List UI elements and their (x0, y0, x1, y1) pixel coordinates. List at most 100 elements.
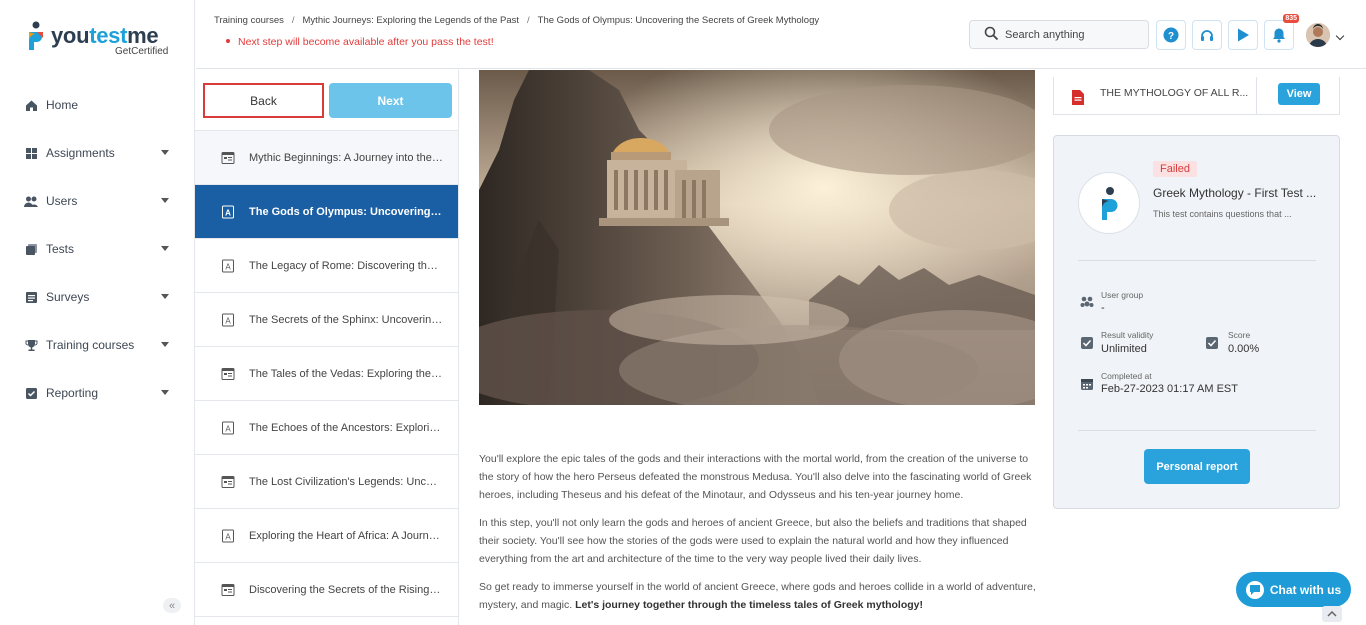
step-warning: Next step will become available after yo… (226, 36, 494, 48)
test-description: This test contains questions that ... (1153, 209, 1292, 219)
bell-icon (1273, 28, 1285, 43)
breadcrumb-item[interactable]: Training courses (214, 15, 284, 26)
search-placeholder: Search anything (1005, 28, 1085, 41)
avatar-image (1306, 23, 1330, 47)
chevron-down-icon[interactable] (161, 150, 169, 155)
status-badge: Failed (1153, 161, 1197, 177)
divider (1256, 77, 1257, 115)
step-item[interactable]: A Exploring the Heart of Africa: A Journ… (195, 509, 458, 563)
nav-label: Surveys (46, 290, 90, 304)
lesson-icon (221, 475, 235, 488)
app-logo[interactable]: youtestme GetCertified (26, 20, 176, 60)
step-item-active[interactable]: A The Gods of Olympus: Uncovering the Se… (195, 185, 458, 239)
breadcrumb-item-current: The Gods of Olympus: Uncovering the Secr… (537, 15, 820, 26)
warning-text: Next step will become available after yo… (238, 36, 494, 48)
logo-mark-icon (29, 21, 43, 50)
nav-item-assignments[interactable]: Assignments (0, 129, 195, 177)
step-item[interactable]: A The Secrets of the Sphinx: Uncovering … (195, 293, 458, 347)
step-content: You'll explore the epic tales of the god… (459, 70, 1053, 625)
breadcrumb-item[interactable]: Mythic Journeys: Exploring the Legends o… (303, 15, 520, 26)
trophy-icon (24, 338, 38, 352)
svg-text:A: A (225, 208, 231, 217)
help-icon: ? (1163, 27, 1179, 43)
tests-icon (24, 242, 38, 256)
divider (1078, 260, 1316, 261)
lesson-icon (221, 151, 235, 164)
search-input[interactable]: Search anything (969, 20, 1149, 49)
score-value: 0.00% (1228, 343, 1260, 355)
chevron-down-icon[interactable] (161, 390, 169, 395)
step-item[interactable]: The Lost Civilization's Legends: Uncover… (195, 455, 458, 509)
back-button[interactable]: Back (203, 83, 324, 118)
completed-label: Completed at (1101, 371, 1152, 381)
personal-report-button[interactable]: Personal report (1144, 449, 1250, 484)
tutorial-button[interactable] (1228, 20, 1258, 50)
document-icon: A (222, 421, 234, 434)
svg-text:A: A (225, 262, 231, 271)
chevron-down-icon[interactable] (161, 246, 169, 251)
scroll-to-top-button[interactable] (1322, 606, 1342, 622)
chevron-down-icon[interactable] (161, 294, 169, 299)
chat-bubble-icon (1245, 580, 1264, 599)
breadcrumb-separator: / (291, 15, 295, 26)
nav-item-home[interactable]: Home (0, 81, 195, 129)
validity-label: Result validity (1101, 330, 1154, 340)
document-icon: A (222, 529, 234, 542)
course-steps-panel: Back Next Mythic Beginnings: A Journey i… (195, 70, 459, 625)
nav-item-tests[interactable]: Tests (0, 225, 195, 273)
user-group-value: - (1101, 302, 1105, 314)
nav-label: Assignments (46, 146, 115, 160)
closing-paragraph: So get ready to immerse yourself in the … (479, 578, 1039, 614)
user-avatar[interactable] (1306, 23, 1330, 47)
closing-highlight: Let's journey together through the timel… (575, 599, 923, 611)
olympus-illustration (479, 70, 1035, 405)
chevron-down-icon[interactable] (161, 342, 169, 347)
details-paragraph: In this step, you'll not only learn the … (479, 517, 1027, 565)
support-button[interactable] (1192, 20, 1222, 50)
step-item[interactable]: A The Legacy of Rome: Discovering the My… (195, 239, 458, 293)
step-item[interactable]: Mythic Beginnings: A Journey into the Or… (195, 131, 458, 185)
nav-item-reporting[interactable]: Reporting (0, 369, 195, 417)
view-attachment-button[interactable]: View (1278, 83, 1320, 105)
assignments-icon (24, 146, 38, 160)
svg-text:A: A (225, 532, 231, 541)
attachment-row: THE MYTHOLOGY OF ALL R... View (1053, 77, 1340, 115)
logo-subtitle: GetCertified (115, 46, 169, 57)
nav-item-users[interactable]: Users (0, 177, 195, 225)
step-item[interactable]: A The Echoes of the Ancestors: Exploring… (195, 401, 458, 455)
chevron-down-icon[interactable] (1335, 31, 1345, 41)
test-title[interactable]: Greek Mythology - First Test ... (1153, 186, 1316, 200)
user-group-icon (1080, 296, 1094, 307)
main-nav: Home Assignments Users Tests Surveys Tra… (0, 81, 195, 417)
chevron-down-icon[interactable] (161, 198, 169, 203)
svg-text:?: ? (1168, 31, 1174, 42)
nav-item-surveys[interactable]: Surveys (0, 273, 195, 321)
chat-button[interactable]: Chat with us (1236, 572, 1351, 607)
score-label: Score (1228, 330, 1251, 340)
step-item[interactable]: The Tales of the Vedas: Exploring the My… (195, 347, 458, 401)
collapse-sidebar-button[interactable]: « (163, 598, 181, 613)
nav-item-training-courses[interactable]: Training courses (0, 321, 195, 369)
document-icon: A (222, 205, 234, 218)
notification-count-badge: 835 (1283, 14, 1299, 23)
search-icon (984, 26, 999, 44)
step-item[interactable]: Discovering the Secrets of the Rising Su… (195, 563, 458, 617)
completed-value: Feb-27-2023 01:17 AM EST (1101, 383, 1238, 395)
nav-label: Training courses (46, 338, 135, 352)
step-label: Mythic Beginnings: A Journey into the Or… (249, 151, 443, 164)
chat-label: Chat with us (1269, 582, 1342, 597)
validity-icon (1081, 337, 1093, 349)
notifications-button[interactable]: 835 (1264, 14, 1299, 50)
step-label: Exploring the Heart of Africa: A Journey… (249, 529, 443, 542)
breadcrumb-separator: / (527, 15, 530, 26)
help-button[interactable]: ? (1156, 20, 1186, 50)
step-label: The Tales of the Vedas: Exploring the My… (249, 367, 443, 380)
play-icon (1238, 28, 1249, 42)
nav-label: Tests (46, 242, 75, 256)
next-button[interactable]: Next (329, 83, 452, 118)
test-result-card: Failed Greek Mythology - First Test ... … (1053, 135, 1340, 509)
reporting-icon (24, 386, 38, 400)
test-logo-icon (1102, 187, 1118, 220)
right-panel: THE MYTHOLOGY OF ALL R... View Failed Gr… (1053, 70, 1366, 625)
document-icon: A (222, 259, 234, 272)
